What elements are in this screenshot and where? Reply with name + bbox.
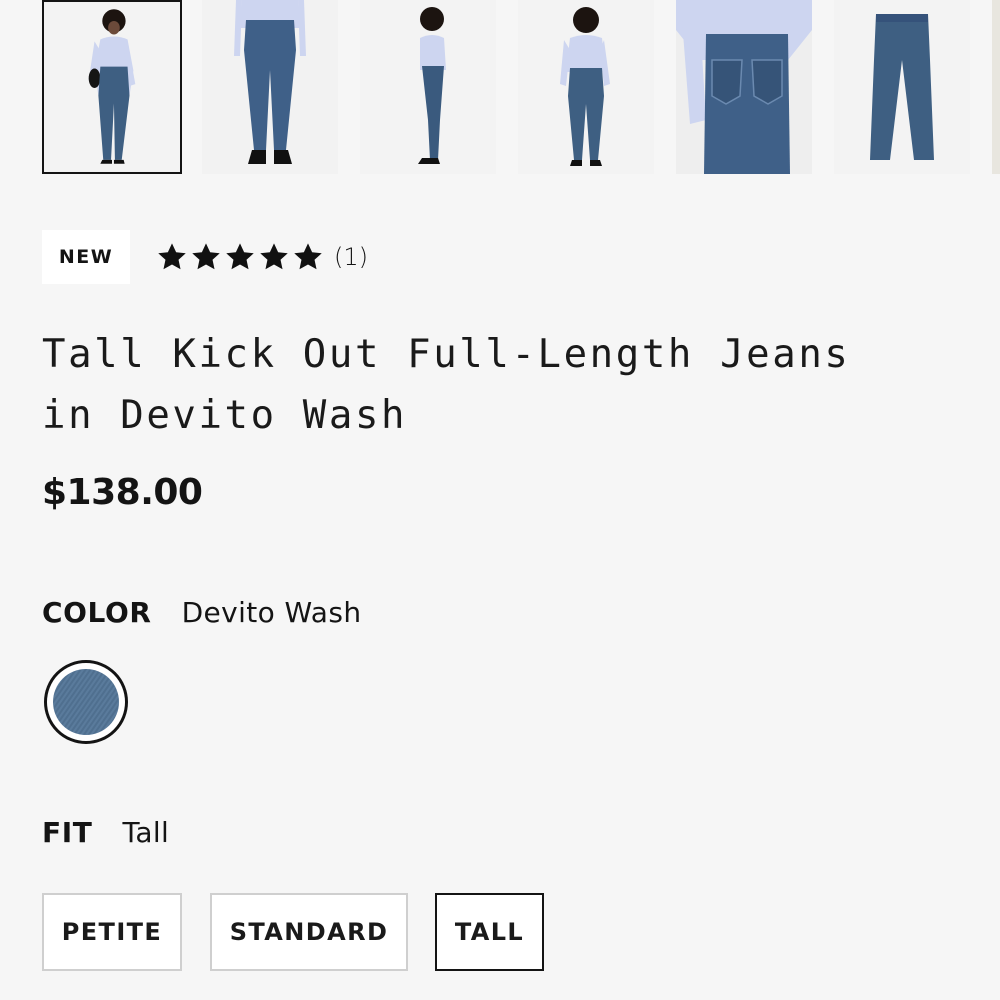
color-selector-header: COLOR Devito Wash [42,596,362,629]
thumbnail-front-view-close[interactable] [202,0,338,174]
thumbnail-back-pocket-detail[interactable] [676,0,812,174]
model-back-image [518,0,654,174]
partial-image [992,0,1000,174]
star-rating[interactable] [156,240,324,274]
thumbnail-partial[interactable] [992,0,1000,174]
color-swatch-devito-wash[interactable] [44,660,128,744]
color-label: COLOR [42,596,152,629]
fit-label: FIT [42,816,93,849]
fit-selector-header: FIT Tall [42,816,169,849]
product-title-line-1: Tall Kick Out Full-Length Jeans [42,332,851,377]
product-title: Tall Kick Out Full-Length Jeans in Devit… [42,324,972,446]
selected-color-name: Devito Wash [181,596,362,629]
denim-swatch-icon [53,669,119,735]
fit-option-tall[interactable]: TALL [435,893,544,971]
image-gallery [0,0,1000,176]
thumbnail-back-view[interactable] [518,0,654,174]
model-front-image [44,2,180,172]
star-icon [226,243,254,270]
product-price: $138.00 [42,472,203,513]
back-pocket-image [676,0,812,174]
fit-option-petite[interactable]: PETITE [42,893,182,971]
star-icon [260,243,288,270]
star-icon [192,243,220,270]
product-page: NEW (1) Tall Kick Out Full-Length Jeans … [0,0,1000,1000]
fit-option-standard[interactable]: STANDARD [210,893,408,971]
thumbnail-flat-lay[interactable] [834,0,970,174]
thumbnail-side-view[interactable] [360,0,496,174]
thumbnail-front-view-with-bag[interactable] [42,0,182,174]
review-count-link[interactable]: (1) [334,243,368,271]
star-icon [158,243,186,270]
product-title-line-2: in Devito Wash [42,393,408,438]
star-icon [294,243,322,270]
new-badge: NEW [42,230,130,284]
selected-fit-name: Tall [122,816,170,849]
flat-lay-image [834,0,970,174]
model-side-image [360,0,496,174]
model-front-close-image [202,0,338,174]
